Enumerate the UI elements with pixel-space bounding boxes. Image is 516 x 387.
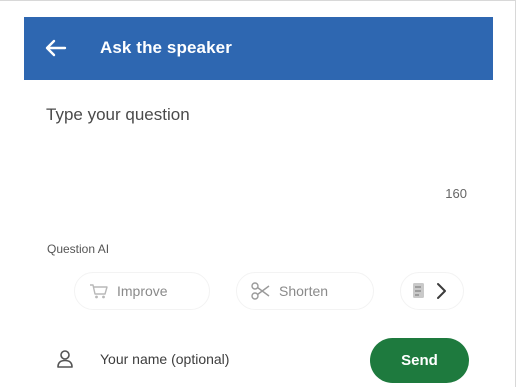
person-icon xyxy=(56,349,74,369)
question-input[interactable] xyxy=(46,105,476,185)
more-actions-button[interactable] xyxy=(400,272,464,310)
shorten-label: Shorten xyxy=(279,283,329,299)
improve-label: Improve xyxy=(117,283,168,299)
arrow-left-icon xyxy=(45,39,67,57)
question-ai-label: Question AI xyxy=(47,242,110,256)
header-bar: Ask the speaker xyxy=(24,17,493,80)
scissors-icon xyxy=(251,282,271,300)
document-icon xyxy=(411,281,427,301)
cart-icon xyxy=(89,283,109,299)
back-button[interactable] xyxy=(44,37,68,59)
character-counter: 160 xyxy=(445,186,467,201)
chevron-right-icon xyxy=(435,282,447,300)
page-title: Ask the speaker xyxy=(100,38,232,57)
ask-speaker-panel: Ask the speaker 160 Question AI Improve … xyxy=(0,0,516,387)
send-button[interactable]: Send xyxy=(370,338,469,383)
name-input[interactable] xyxy=(100,348,355,370)
improve-button[interactable]: Improve xyxy=(74,272,210,310)
shorten-button[interactable]: Shorten xyxy=(236,272,374,310)
